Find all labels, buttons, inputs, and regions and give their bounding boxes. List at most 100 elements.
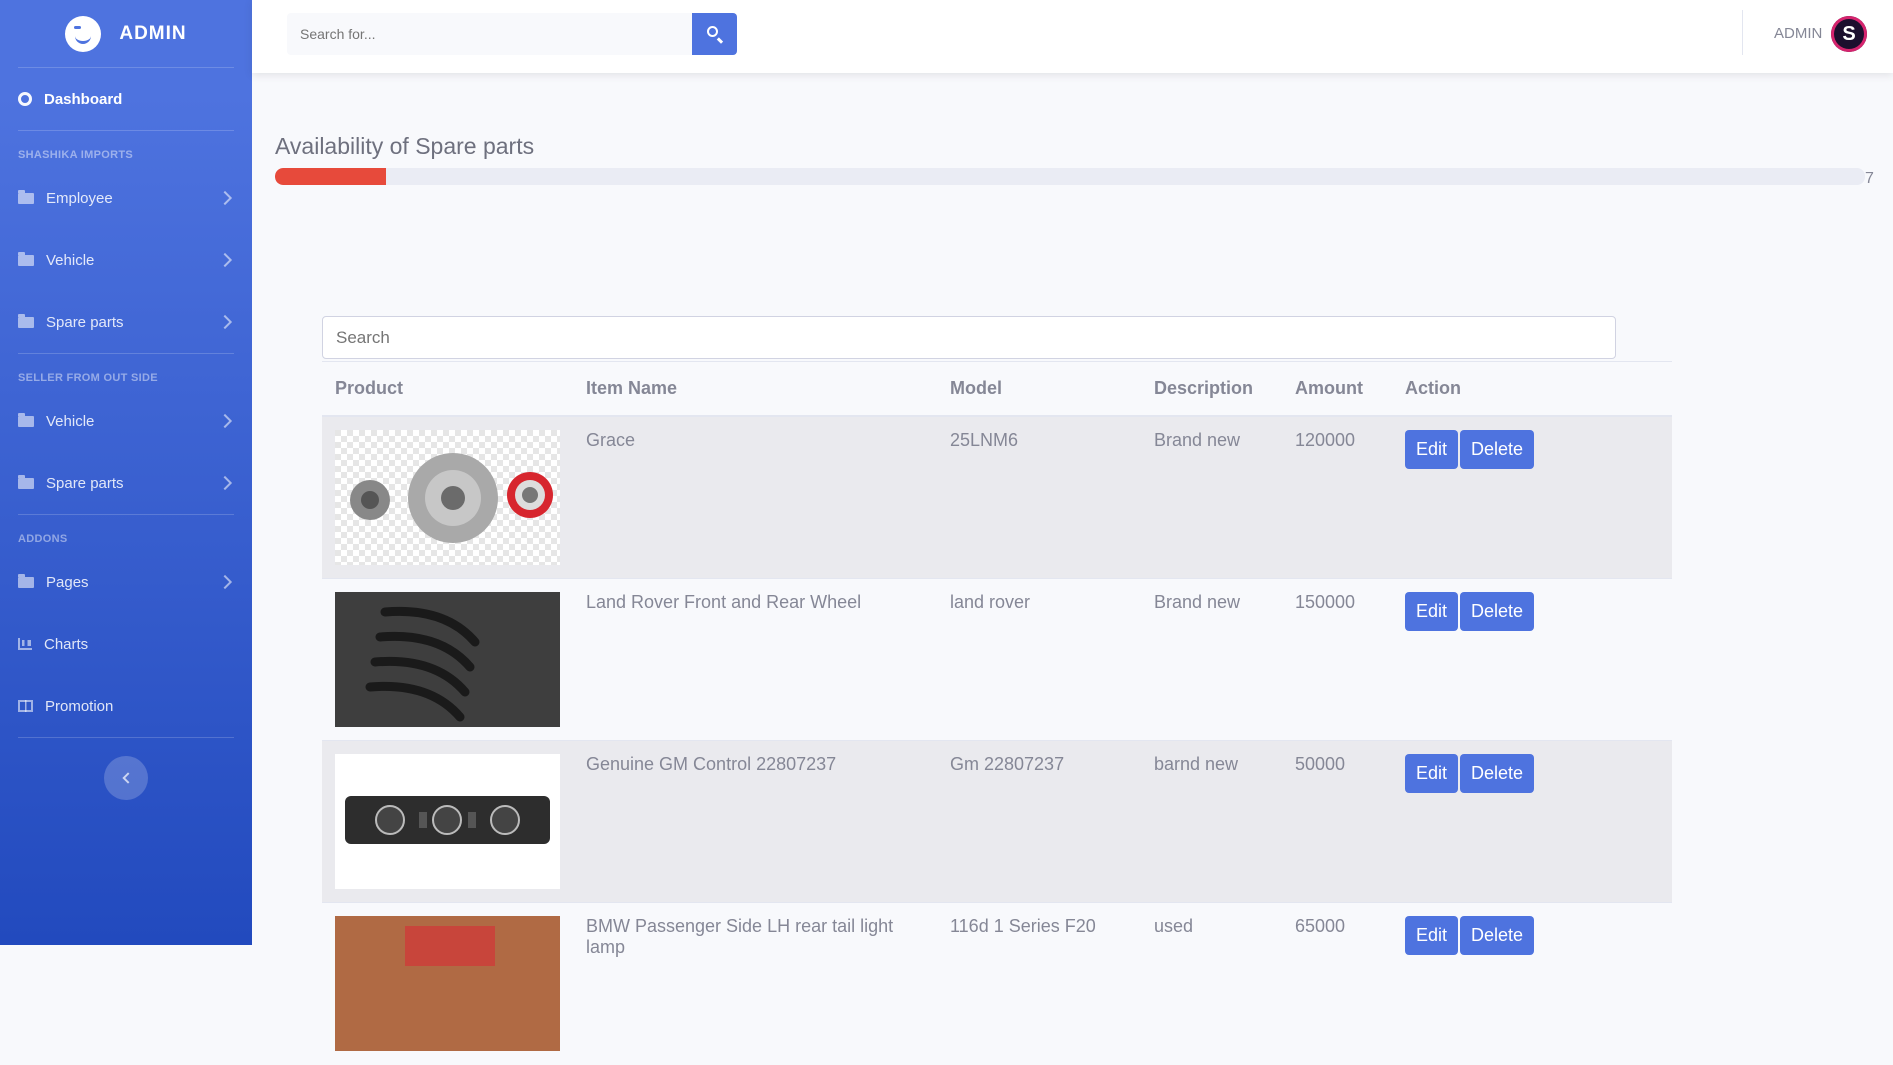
action-cell: Edit Delete	[1392, 740, 1672, 903]
sidebar-item-label: Spare parts	[46, 474, 124, 492]
action-cell: Edit Delete	[1392, 415, 1672, 579]
folder-icon	[18, 412, 34, 427]
tachometer-icon	[18, 92, 32, 106]
edit-button[interactable]: Edit	[1405, 592, 1459, 631]
chart-area-icon	[18, 638, 32, 650]
table-row: Grace 25LNM6 Brand new 120000 Edit Delete	[322, 415, 1672, 579]
edit-button[interactable]: Edit	[1405, 754, 1459, 793]
chevron-right-icon	[217, 574, 233, 590]
amount-cell: 50000	[1282, 740, 1392, 903]
table-search-input[interactable]	[322, 316, 1616, 359]
sidebar-item-label: Vehicle	[46, 251, 95, 269]
topbar-divider	[1742, 10, 1743, 55]
description-cell: Brand new	[1141, 415, 1282, 579]
product-image-control-panel	[335, 754, 560, 889]
delete-button[interactable]: Delete	[1460, 916, 1535, 955]
folder-icon	[18, 474, 34, 489]
sidebar-item-promotion[interactable]: Promotion	[0, 675, 252, 737]
edit-button[interactable]: Edit	[1405, 916, 1459, 955]
delete-button[interactable]: Delete	[1460, 592, 1535, 631]
laugh-wink-icon	[65, 15, 102, 52]
brand-name: ADMIN	[119, 22, 187, 44]
product-cell	[322, 415, 573, 579]
product-cell	[322, 578, 573, 741]
sidebar: ADMIN Dashboard SHASHIKA IMPORTS Employe…	[0, 0, 252, 945]
avatar[interactable]: S	[1831, 16, 1867, 52]
sidebar-toggle-button[interactable]	[104, 756, 148, 800]
amount-cell: 150000	[1282, 578, 1392, 741]
sidebar-item-label: Spare parts	[46, 313, 124, 331]
product-image-alternator	[335, 430, 560, 565]
sidebar-item-employee[interactable]: Employee	[0, 167, 252, 229]
sidebar-brand[interactable]: ADMIN	[0, 0, 252, 67]
sidebar-item-outside-vehicle[interactable]: Vehicle	[0, 390, 252, 452]
table-header-row: Product Item Name Model Description Amou…	[322, 361, 1672, 417]
column-header: Item Name	[573, 361, 937, 417]
sidebar-heading: SHASHIKA IMPORTS	[18, 149, 134, 161]
item-name-cell: Land Rover Front and Rear Wheel	[573, 578, 937, 741]
model-cell: land rover	[937, 578, 1141, 741]
item-name-cell: Grace	[573, 415, 937, 579]
action-cell: Edit Delete	[1392, 578, 1672, 741]
product-image-wheel-arches	[335, 592, 560, 727]
sidebar-item-pages[interactable]: Pages	[0, 551, 252, 613]
table-row: Land Rover Front and Rear Wheel land rov…	[322, 578, 1672, 741]
sidebar-item-label: Promotion	[45, 697, 114, 715]
topbar-search	[287, 13, 737, 55]
column-header: Model	[937, 361, 1141, 417]
amount-cell: 65000	[1282, 902, 1392, 1065]
product-image-tail-light	[335, 916, 560, 1051]
sidebar-item-label: Charts	[44, 635, 89, 653]
chevron-right-icon	[217, 413, 233, 429]
model-cell: Gm 22807237	[937, 740, 1141, 903]
sidebar-item-label: Dashboard	[44, 90, 123, 108]
description-cell: used	[1141, 902, 1282, 1065]
availability-title: Availability of Spare parts	[275, 133, 535, 159]
sidebar-item-outside-spare-parts[interactable]: Spare parts	[0, 452, 252, 514]
sidebar-item-vehicle[interactable]: Vehicle	[0, 229, 252, 291]
search-button[interactable]	[692, 13, 737, 55]
sidebar-item-charts[interactable]: Charts	[0, 613, 252, 675]
sidebar-heading: ADDONS	[18, 533, 68, 545]
column-header: Product	[322, 361, 573, 417]
product-cell	[322, 902, 573, 1065]
description-cell: barnd new	[1141, 740, 1282, 903]
sidebar-divider	[18, 737, 234, 738]
model-cell: 25LNM6	[937, 415, 1141, 579]
folder-icon	[18, 251, 34, 266]
item-name-cell: BMW Passenger Side LH rear tail light la…	[573, 902, 937, 1065]
action-cell: Edit Delete	[1392, 902, 1672, 1065]
column-header: Description	[1141, 361, 1282, 417]
chevron-right-icon	[217, 314, 233, 330]
table-row: BMW Passenger Side LH rear tail light la…	[322, 902, 1672, 1065]
sidebar-heading: SELLER FROM OUT SIDE	[18, 372, 158, 384]
chevron-right-icon	[217, 475, 233, 491]
table-row: Genuine GM Control 22807237 Gm 22807237 …	[322, 740, 1672, 903]
spare-parts-table: Product Item Name Model Description Amou…	[322, 361, 1672, 1065]
delete-button[interactable]: Delete	[1460, 430, 1535, 469]
spare-parts-table-wrap: Product Item Name Model Description Amou…	[322, 316, 1672, 1065]
sidebar-item-spare-parts[interactable]: Spare parts	[0, 291, 252, 353]
product-cell	[322, 740, 573, 903]
item-name-cell: Genuine GM Control 22807237	[573, 740, 937, 903]
sidebar-item-label: Vehicle	[46, 412, 95, 430]
model-cell: 116d 1 Series F20	[937, 902, 1141, 1065]
chevron-right-icon	[217, 190, 233, 206]
topbar: ADMIN S	[252, 0, 1893, 73]
search-input[interactable]	[287, 13, 692, 55]
user-name[interactable]: ADMIN	[1774, 25, 1822, 42]
availability-progress-bar	[275, 168, 387, 185]
availability-value: 7	[1865, 170, 1874, 187]
folder-icon	[18, 189, 34, 204]
sidebar-item-label: Employee	[46, 189, 113, 207]
chevron-right-icon	[217, 252, 233, 268]
sidebar-item-label: Pages	[46, 573, 89, 591]
edit-button[interactable]: Edit	[1405, 430, 1459, 469]
availability-progress	[275, 168, 1865, 185]
amount-cell: 120000	[1282, 415, 1392, 579]
delete-button[interactable]: Delete	[1460, 754, 1535, 793]
sidebar-item-dashboard[interactable]: Dashboard	[0, 68, 252, 130]
column-header: Amount	[1282, 361, 1392, 417]
table-icon	[18, 700, 33, 712]
folder-icon	[18, 573, 34, 588]
